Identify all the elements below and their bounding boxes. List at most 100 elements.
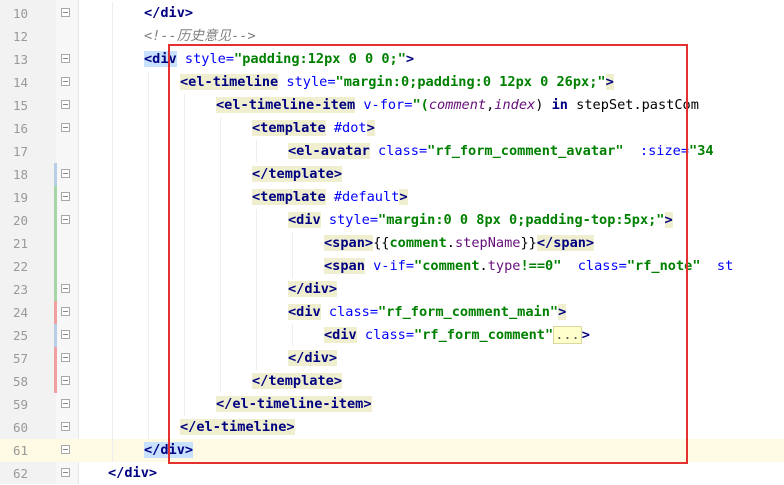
code-text[interactable]: <span>{{comment.stepName}}</span> bbox=[324, 232, 595, 255]
fold-toggle-icon[interactable] bbox=[61, 399, 70, 408]
fold-toggle-icon[interactable] bbox=[61, 330, 70, 339]
code-token: </div> bbox=[288, 350, 338, 366]
fold-toggle-icon[interactable] bbox=[61, 192, 70, 201]
code-line[interactable]: 23 </div> bbox=[0, 278, 784, 301]
indent-guide bbox=[184, 370, 185, 393]
change-marker[interactable] bbox=[54, 209, 57, 232]
code-line[interactable]: 24 <div class="rf_form_comment_main"> bbox=[0, 301, 784, 324]
change-marker[interactable] bbox=[54, 347, 57, 370]
fold-toggle-icon[interactable] bbox=[61, 376, 70, 385]
code-text[interactable]: </div> bbox=[144, 2, 193, 25]
code-token: v-for= bbox=[355, 97, 413, 113]
code-line[interactable]: 61 </div> bbox=[0, 439, 784, 462]
fold-toggle-icon[interactable] bbox=[61, 54, 70, 63]
fold-toggle-icon[interactable] bbox=[61, 215, 70, 224]
code-line[interactable]: 58 </template> bbox=[0, 370, 784, 393]
code-line[interactable]: 16 <template #dot> bbox=[0, 117, 784, 140]
code-line[interactable]: 57 </div> bbox=[0, 347, 784, 370]
code-text[interactable]: </template> bbox=[252, 163, 343, 186]
fold-toggle-icon[interactable] bbox=[61, 169, 70, 178]
code-text[interactable]: <div style="margin:0 0 8px 0;padding-top… bbox=[288, 209, 673, 232]
code-token: <div bbox=[324, 327, 357, 343]
line-number: 60 bbox=[12, 420, 28, 435]
indent-guide bbox=[220, 186, 221, 209]
indent-guide bbox=[184, 186, 185, 209]
code-text[interactable]: <el-timeline style="margin:0;padding:0 1… bbox=[180, 71, 614, 94]
indent-guide bbox=[112, 370, 113, 393]
code-line[interactable]: 19 <template #default> bbox=[0, 186, 784, 209]
change-marker[interactable] bbox=[54, 370, 57, 393]
indent-guide bbox=[148, 71, 149, 94]
code-line[interactable]: 60 </el-timeline> bbox=[0, 416, 784, 439]
code-line[interactable]: 15 <el-timeline-item v-for="(comment,inde… bbox=[0, 94, 784, 117]
code-line[interactable]: 59 </el-timeline-item> bbox=[0, 393, 784, 416]
change-marker[interactable] bbox=[54, 301, 57, 324]
code-token: </template> bbox=[252, 373, 343, 389]
code-token: st bbox=[700, 258, 734, 274]
indent-guide bbox=[220, 324, 221, 347]
line-number: 23 bbox=[12, 282, 28, 297]
code-line[interactable]: 25 <div class="rf_form_comment"... > bbox=[0, 324, 784, 347]
code-token: <span> bbox=[324, 235, 374, 251]
code-line[interactable]: 21 <span>{{comment.stepName}}</span> bbox=[0, 232, 784, 255]
code-text[interactable]: </el-timeline-item> bbox=[216, 393, 372, 416]
fold-toggle-icon[interactable] bbox=[61, 77, 70, 86]
fold-toggle-icon[interactable] bbox=[61, 307, 70, 316]
indent-guide bbox=[220, 209, 221, 232]
code-text[interactable]: <template #dot> bbox=[252, 117, 375, 140]
code-line[interactable]: 10 </div> bbox=[0, 2, 784, 25]
line-number: 22 bbox=[12, 259, 28, 274]
code-line[interactable]: 14 <el-timeline style="margin:0;padding:0… bbox=[0, 71, 784, 94]
fold-toggle-icon[interactable] bbox=[61, 445, 70, 454]
code-text[interactable]: </div> bbox=[144, 439, 194, 462]
fold-toggle-icon[interactable] bbox=[61, 284, 70, 293]
line-number: 21 bbox=[12, 236, 28, 251]
indent-guide bbox=[112, 209, 113, 232]
fold-toggle-icon[interactable] bbox=[61, 422, 70, 431]
code-text[interactable]: </div> bbox=[288, 347, 338, 370]
code-line[interactable]: 22 <span v-if="comment.type!==0" class="r… bbox=[0, 255, 784, 278]
code-text[interactable]: </div> bbox=[288, 278, 338, 301]
code-text[interactable]: <div style="padding:12px 0 0 0;"> bbox=[144, 48, 414, 71]
indent-guide bbox=[292, 324, 293, 347]
code-token: " bbox=[414, 258, 423, 274]
code-line[interactable]: 20 <div style="margin:0 0 8px 0;padding-t… bbox=[0, 209, 784, 232]
code-text[interactable]: </el-timeline> bbox=[180, 416, 295, 439]
code-text[interactable]: <!--历史意见--> bbox=[144, 25, 256, 48]
indent-guide bbox=[220, 117, 221, 140]
code-line[interactable]: 12 <!--历史意见--> bbox=[0, 25, 784, 48]
code-line[interactable]: 17 <el-avatar class="rf_form_comment_avat… bbox=[0, 140, 784, 163]
code-text[interactable]: <el-timeline-item v-for="(comment,index)… bbox=[216, 94, 699, 117]
code-text[interactable]: <div class="rf_form_comment_main"> bbox=[288, 301, 567, 324]
code-line[interactable]: 18 </template> bbox=[0, 163, 784, 186]
line-number: 16 bbox=[12, 121, 28, 136]
fold-toggle-icon[interactable] bbox=[61, 353, 70, 362]
change-marker[interactable] bbox=[54, 186, 57, 209]
change-marker[interactable] bbox=[54, 255, 57, 278]
code-text[interactable]: <template #default> bbox=[252, 186, 408, 209]
change-marker[interactable] bbox=[54, 324, 57, 347]
fold-toggle-icon[interactable] bbox=[61, 468, 70, 477]
indent-guide bbox=[184, 301, 185, 324]
code-line[interactable]: 13 <div style="padding:12px 0 0 0;"> bbox=[0, 48, 784, 71]
code-line[interactable]: 62 </div> bbox=[0, 462, 784, 485]
code-text[interactable]: </template> bbox=[252, 370, 343, 393]
indent-guide bbox=[184, 209, 185, 232]
change-marker[interactable] bbox=[54, 232, 57, 255]
code-text[interactable]: <el-avatar class="rf_form_comment_avatar… bbox=[288, 140, 714, 163]
code-token: index bbox=[494, 97, 536, 113]
code-token: </div> bbox=[288, 281, 338, 297]
fold-toggle-icon[interactable] bbox=[61, 123, 70, 132]
indent-guide bbox=[256, 255, 257, 278]
indent-guide bbox=[184, 140, 185, 163]
indent-guide bbox=[148, 186, 149, 209]
code-text[interactable]: <div class="rf_form_comment"... > bbox=[324, 324, 590, 347]
code-text[interactable]: <span v-if="comment.type!==0" class="rf_… bbox=[324, 255, 733, 278]
code-token: class= bbox=[320, 304, 379, 320]
fold-toggle-icon[interactable] bbox=[61, 8, 70, 17]
change-marker[interactable] bbox=[54, 163, 57, 186]
fold-toggle-icon[interactable] bbox=[61, 100, 70, 109]
code-text[interactable]: </div> bbox=[108, 462, 157, 485]
code-token: "rf_form_comment" bbox=[414, 327, 554, 343]
change-marker[interactable] bbox=[54, 278, 57, 301]
